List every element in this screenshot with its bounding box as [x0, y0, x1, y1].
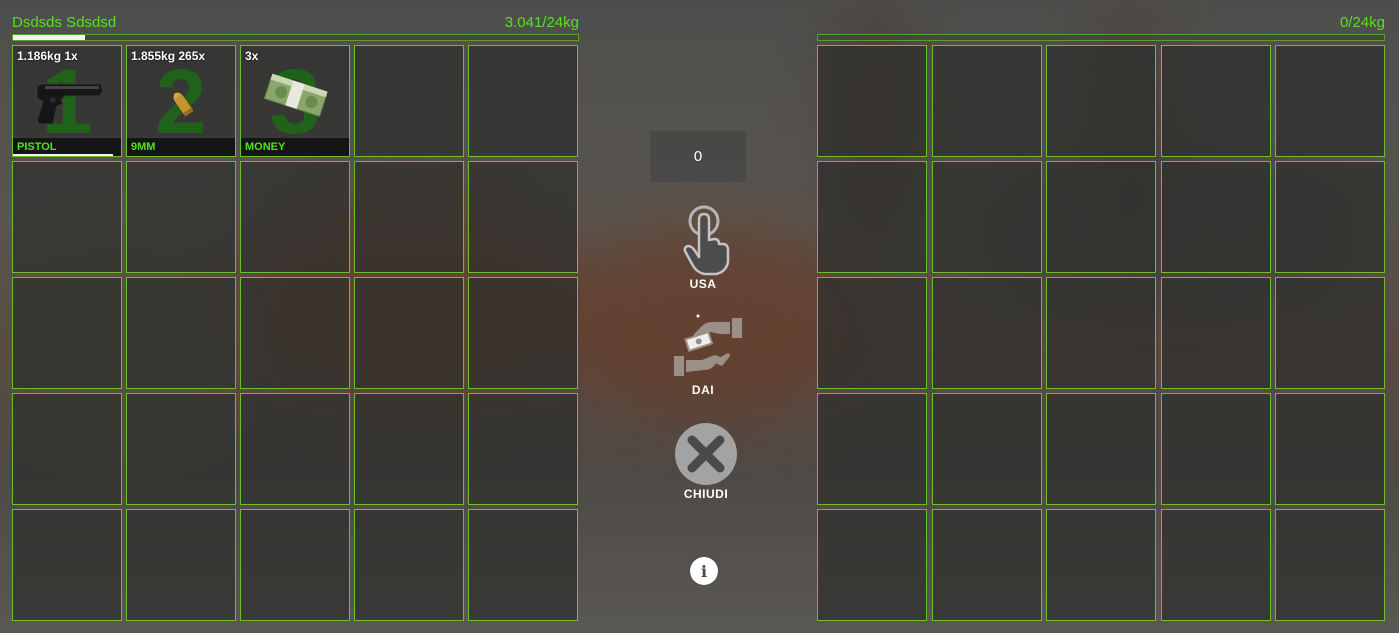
actions-column: 0 USA DAI CHIUDI i — [640, 0, 758, 633]
inventory-slot-empty[interactable] — [817, 509, 927, 621]
inventory-slot-empty[interactable] — [817, 393, 927, 505]
inventory-slot-empty[interactable] — [1275, 277, 1385, 389]
secondary-inventory-header: 0/24kg — [817, 12, 1385, 32]
inventory-slot-empty[interactable] — [468, 277, 578, 389]
inventory-slot-empty[interactable] — [817, 161, 927, 273]
inventory-slot-empty[interactable] — [1046, 509, 1156, 621]
inventory-slot-empty[interactable] — [12, 161, 122, 273]
money-stack-icon — [263, 73, 328, 117]
inventory-slot-empty[interactable] — [126, 393, 236, 505]
player-inventory-header: Dsdsds Sdsdsd 3.041/24kg — [12, 12, 579, 32]
inventory-slot-empty[interactable] — [354, 509, 464, 621]
inventory-slot-empty[interactable] — [817, 277, 927, 389]
inventory-slot-empty[interactable] — [1275, 161, 1385, 273]
inventory-slot-empty[interactable] — [1275, 45, 1385, 157]
inventory-slot-empty[interactable] — [12, 393, 122, 505]
inventory-slot-empty[interactable] — [817, 45, 927, 157]
use-button[interactable]: USA — [674, 204, 738, 291]
item-weight-count: 1.855kg 265x — [131, 49, 206, 63]
item-weight-count: 3x — [245, 49, 259, 63]
inventory-slot-empty[interactable] — [931, 509, 1042, 621]
amount-input[interactable]: 0 — [650, 131, 746, 182]
inventory-slot-empty[interactable] — [1275, 393, 1385, 505]
inventory-slot-empty[interactable] — [1160, 45, 1271, 157]
inventory-slot-pistol[interactable]: 1 1.186kg 1x PISTOL — [12, 45, 122, 157]
secondary-inventory-grid — [817, 45, 1385, 621]
inventory-slot-empty[interactable] — [240, 161, 350, 273]
inventory-slot-empty[interactable] — [1160, 509, 1271, 621]
give-button[interactable]: DAI — [672, 312, 744, 397]
inventory-slot-empty[interactable] — [126, 509, 236, 621]
inventory-slot-empty[interactable] — [1046, 393, 1156, 505]
secondary-weight: 0/24kg — [1339, 14, 1385, 31]
bullet-icon — [173, 92, 194, 117]
close-button[interactable]: CHIUDI — [672, 422, 740, 501]
pistol-icon — [36, 83, 104, 125]
item-label: MONEY — [241, 137, 349, 156]
item-weight-count: 1.186kg 1x — [17, 49, 78, 63]
use-label: USA — [689, 277, 717, 291]
inventory-slot-empty[interactable] — [354, 393, 464, 505]
inventory-slot-empty[interactable] — [468, 45, 578, 157]
inventory-slot-9mm[interactable]: 2 1.855kg 265x 9MM — [126, 45, 236, 157]
inventory-slot-empty[interactable] — [468, 161, 578, 273]
inventory-slot-empty[interactable] — [1046, 45, 1156, 157]
inventory-slot-empty[interactable] — [240, 277, 350, 389]
close-label: CHIUDI — [683, 487, 729, 501]
secondary-inventory-panel: 0/24kg — [817, 12, 1385, 621]
inventory-slot-empty[interactable] — [1160, 393, 1271, 505]
inventory-slot-empty[interactable] — [1275, 509, 1385, 621]
inventory-slot-empty[interactable] — [1046, 277, 1156, 389]
inventory-slot-money[interactable]: 3 3x MONEY — [240, 45, 350, 157]
inventory-slot-empty[interactable] — [468, 393, 578, 505]
inventory-slot-empty[interactable] — [468, 509, 578, 621]
inventory-slot-empty[interactable] — [126, 277, 236, 389]
close-icon — [675, 423, 737, 485]
inventory-slot-empty[interactable] — [354, 45, 464, 157]
inventory-slot-empty[interactable] — [931, 45, 1042, 157]
player-inventory-panel: Dsdsds Sdsdsd 3.041/24kg 1 1.186kg 1x PI… — [12, 12, 579, 621]
inventory-slot-empty[interactable] — [240, 509, 350, 621]
inventory-slot-empty[interactable] — [354, 161, 464, 273]
info-button[interactable]: i — [690, 557, 718, 585]
player-inventory-grid: 1 1.186kg 1x PISTOL 2 1.855kg 265x 9MM — [12, 45, 579, 621]
player-weight: 3.041/24kg — [504, 14, 579, 31]
inventory-slot-empty[interactable] — [354, 277, 464, 389]
inventory-slot-empty[interactable] — [12, 277, 122, 389]
hand-pointer-icon — [683, 205, 730, 276]
inventory-slot-empty[interactable] — [931, 161, 1042, 273]
player-weight-fill — [13, 35, 85, 40]
inventory-slot-empty[interactable] — [126, 161, 236, 273]
inventory-slot-empty[interactable] — [1160, 277, 1271, 389]
item-label: 9MM — [127, 137, 235, 156]
item-durability-bar — [13, 154, 114, 156]
give-money-icon — [674, 314, 742, 376]
inventory-slot-empty[interactable] — [240, 393, 350, 505]
inventory-slot-empty[interactable] — [1160, 161, 1271, 273]
inventory-slot-empty[interactable] — [12, 509, 122, 621]
give-label: DAI — [691, 383, 715, 397]
secondary-weight-bar — [817, 34, 1385, 41]
player-weight-bar — [12, 34, 579, 41]
inventory-slot-empty[interactable] — [931, 393, 1042, 505]
inventory-slot-empty[interactable] — [1046, 161, 1156, 273]
player-name: Dsdsds Sdsdsd — [12, 14, 117, 31]
inventory-slot-empty[interactable] — [931, 277, 1042, 389]
